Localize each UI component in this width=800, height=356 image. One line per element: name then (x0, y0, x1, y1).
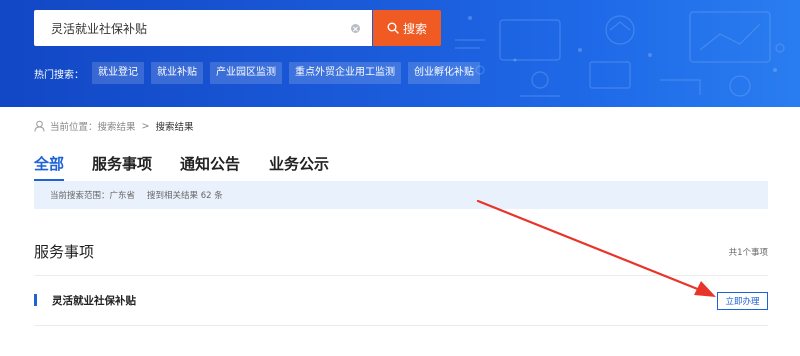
search-box (34, 10, 372, 46)
search-button-label: 搜索 (402, 21, 427, 36)
hot-tag-foreign-trade-employment-monitoring[interactable]: 重点外贸企业用工监测 (289, 62, 401, 84)
breadcrumb-link-search-results[interactable]: 搜索结果 (98, 119, 136, 133)
search-scope-bar: 当前搜索范围：广东省 搜到相关结果 62 条 (34, 181, 768, 209)
service-item-title[interactable]: 灵活就业社保补贴 (52, 293, 136, 308)
hot-search-label: 热门搜索： (34, 69, 84, 81)
section-count: 共1个事项 (728, 248, 768, 258)
tab-service-items[interactable]: 服务事项 (92, 153, 152, 174)
search-results-page: 搜索 热门搜索： 就业登记 就业补贴 产业园区监测 重点外贸企业用工监测 创业孵… (0, 0, 800, 356)
search-input[interactable] (34, 10, 344, 46)
search-icon (387, 22, 399, 34)
breadcrumb-prefix: 当前位置： (50, 122, 98, 133)
breadcrumb-current: 搜索结果 (155, 122, 194, 133)
tab-business-publicity[interactable]: 业务公示 (269, 153, 329, 174)
list-item-divider (34, 325, 768, 326)
hot-tag-employment-subsidy[interactable]: 就业补贴 (151, 62, 203, 84)
clear-icon[interactable] (351, 24, 360, 33)
breadcrumb: 当前位置： 搜索结果 > 搜索结果 (34, 119, 194, 133)
tab-all[interactable]: 全部 (34, 153, 64, 174)
list-item-marker (34, 294, 37, 306)
apply-now-button[interactable]: 立即办理 (717, 292, 768, 310)
search-scope-text: 当前搜索范围：广东省 (50, 191, 136, 201)
hot-tag-job-registration[interactable]: 就业登记 (92, 62, 144, 84)
result-count-text: 搜到相关结果 62 条 (147, 191, 223, 201)
search-button[interactable]: 搜索 (373, 10, 441, 46)
section-title: 服务事项 (34, 243, 95, 261)
hot-tag-industrial-park-monitoring[interactable]: 产业园区监测 (210, 62, 282, 84)
breadcrumb-separator: > (141, 120, 150, 132)
section-divider (34, 275, 768, 276)
user-icon (34, 120, 45, 132)
tab-notices[interactable]: 通知公告 (180, 153, 240, 174)
hot-search-bar: 热门搜索： 就业登记 就业补贴 产业园区监测 重点外贸企业用工监测 创业孵化补贴 (34, 62, 487, 84)
search-banner: 搜索 热门搜索： 就业登记 就业补贴 产业园区监测 重点外贸企业用工监测 创业孵… (0, 0, 800, 107)
hot-tag-startup-incubation-subsidy[interactable]: 创业孵化补贴 (408, 62, 480, 84)
